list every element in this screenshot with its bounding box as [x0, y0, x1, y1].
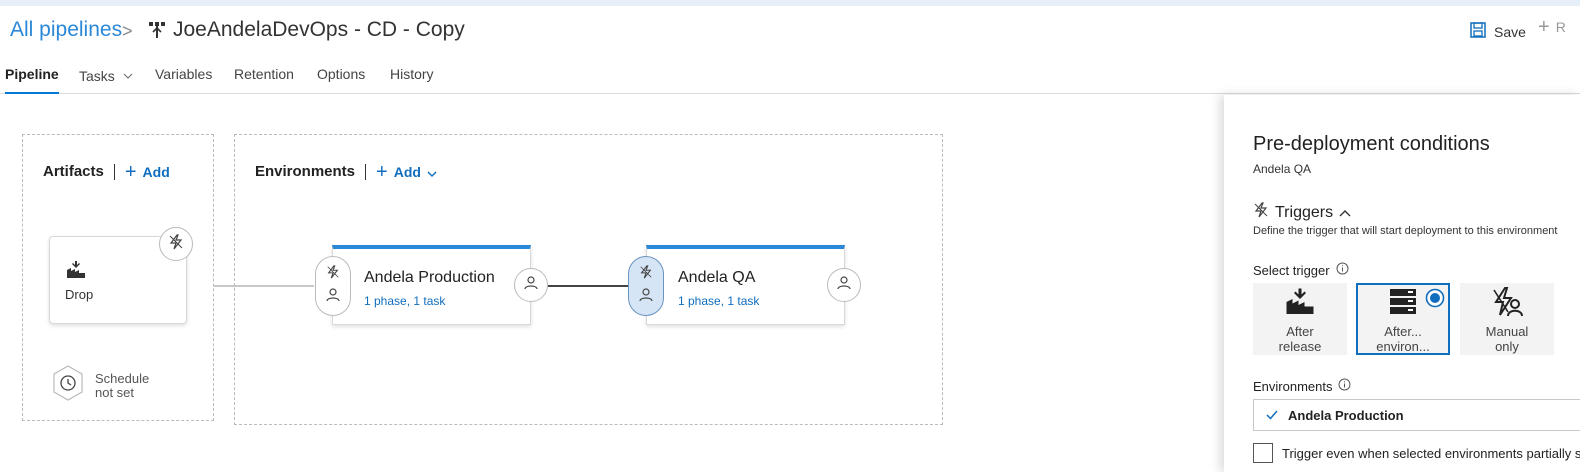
chevron-down-icon — [427, 164, 437, 180]
plus-icon: + — [1538, 16, 1550, 38]
artifacts-title: Artifacts — [43, 163, 104, 180]
breadcrumb-separator: > — [122, 21, 133, 41]
option-line2: environ... — [1376, 339, 1430, 354]
artifacts-header: Artifacts + Add — [43, 160, 170, 183]
info-icon[interactable] — [1336, 262, 1349, 278]
header-divider — [113, 163, 115, 180]
environments-label: Environments — [1253, 378, 1351, 394]
chevron-up-icon — [1339, 204, 1351, 222]
select-trigger-label: Select trigger — [1253, 262, 1349, 278]
partial-success-label: Trigger even when selected environments … — [1282, 445, 1580, 461]
post-deployment-conditions-qa[interactable] — [827, 268, 861, 302]
continuous-deployment-trigger-button[interactable] — [159, 227, 193, 261]
tab-history[interactable]: History — [390, 66, 434, 94]
triggers-section-toggle[interactable]: Triggers — [1253, 202, 1351, 223]
option-line1: Manual — [1485, 324, 1529, 339]
lightning-icon — [326, 265, 340, 284]
trigger-option-after-release[interactable]: After release — [1253, 283, 1347, 355]
build-factory-icon — [66, 261, 86, 284]
environment-card-production[interactable]: Andela Production 1 phase, 1 task — [332, 245, 531, 325]
environments-title: Environments — [255, 163, 356, 180]
save-icon — [1470, 22, 1486, 41]
plus-icon: + — [376, 160, 388, 183]
environment-card-qa[interactable]: Andela QA 1 phase, 1 task — [646, 245, 845, 325]
release-button[interactable]: + R — [1538, 16, 1566, 38]
add-artifact-button[interactable]: + Add — [124, 160, 170, 183]
environment-summary-link[interactable]: 1 phase, 1 task — [678, 294, 759, 308]
option-line2: release — [1278, 339, 1322, 354]
save-label: Save — [1494, 23, 1526, 40]
add-artifact-label: Add — [142, 163, 170, 180]
artifacts-panel: Artifacts + Add Drop Schedule not set — [22, 134, 214, 421]
triggers-description: Define the trigger that will start deplo… — [1253, 225, 1558, 237]
release-pipeline-icon — [148, 21, 166, 46]
partial-success-option[interactable]: Trigger even when selected environments … — [1253, 443, 1580, 463]
panel-subtitle: Andela QA — [1253, 162, 1312, 176]
environment-connector — [548, 285, 630, 287]
approver-icon — [639, 288, 653, 307]
tab-tasks[interactable]: Tasks — [79, 66, 133, 94]
selected-environment: Andela Production — [1288, 407, 1404, 423]
environments-multiselect[interactable]: Andela Production — [1253, 399, 1580, 431]
clock-icon — [51, 364, 85, 407]
tab-variables[interactable]: Variables — [155, 66, 212, 94]
tab-retention[interactable]: Retention — [234, 66, 294, 94]
info-icon[interactable] — [1338, 378, 1351, 394]
option-line1: After... — [1384, 324, 1422, 339]
approver-icon — [837, 275, 851, 295]
triggers-label: Triggers — [1275, 203, 1334, 221]
partial-success-checkbox[interactable] — [1253, 443, 1273, 463]
breadcrumb-all-pipelines[interactable]: All pipelines — [10, 18, 122, 42]
schedule-trigger[interactable]: Schedule not set — [51, 364, 149, 407]
server-stack-icon — [1388, 287, 1418, 322]
environment-name: Andela Production — [364, 269, 495, 286]
lightning-icon — [639, 265, 653, 284]
tab-pipeline[interactable]: Pipeline — [5, 66, 59, 94]
environments-label-text: Environments — [1253, 378, 1333, 394]
checkmark-icon — [1266, 408, 1278, 423]
pre-deployment-conditions-panel: Pre-deployment conditions Andela QA Trig… — [1224, 95, 1580, 472]
approver-icon — [326, 288, 340, 307]
environment-summary-link[interactable]: 1 phase, 1 task — [364, 294, 445, 308]
trigger-option-after-environment[interactable]: After... environ... — [1356, 283, 1450, 355]
panel-title: Pre-deployment conditions — [1253, 133, 1490, 155]
add-environment-label: Add — [393, 163, 421, 180]
save-button[interactable]: Save — [1470, 22, 1526, 41]
option-line1: After — [1286, 324, 1314, 339]
radio-selected-icon — [1425, 288, 1445, 313]
select-trigger-text: Select trigger — [1253, 262, 1330, 278]
lightning-icon — [168, 233, 184, 255]
pre-deployment-conditions-qa[interactable] — [628, 256, 664, 316]
lightning-icon — [1253, 202, 1269, 223]
environment-name: Andela QA — [678, 269, 756, 286]
trigger-option-manual-only[interactable]: Manual only — [1460, 283, 1554, 355]
plus-icon: + — [124, 160, 137, 183]
artifact-name: Drop — [65, 287, 94, 302]
schedule-line2: not set — [95, 384, 135, 400]
tab-tasks-label: Tasks — [79, 68, 115, 84]
tab-bar: Pipeline Tasks Variables Retention Optio… — [0, 60, 1580, 94]
header: All pipelines > JoeAndelaDevOps - CD - C… — [0, 6, 1580, 56]
post-deployment-conditions-production[interactable] — [514, 268, 548, 302]
page-title: JoeAndelaDevOps - CD - Copy — [173, 18, 465, 41]
pre-deployment-conditions-production[interactable] — [315, 256, 351, 316]
approver-icon — [524, 275, 538, 295]
environments-header: Environments + Add — [255, 160, 437, 183]
option-line2: only — [1495, 339, 1519, 354]
add-environment-button[interactable]: + Add — [376, 160, 437, 183]
build-factory-icon — [1285, 287, 1315, 322]
tab-options[interactable]: Options — [317, 66, 365, 94]
header-divider — [365, 163, 367, 180]
chevron-down-icon — [123, 66, 133, 82]
release-label: R — [1555, 19, 1566, 35]
schedule-line1: Schedule — [95, 370, 150, 386]
manual-trigger-icon — [1491, 287, 1523, 322]
